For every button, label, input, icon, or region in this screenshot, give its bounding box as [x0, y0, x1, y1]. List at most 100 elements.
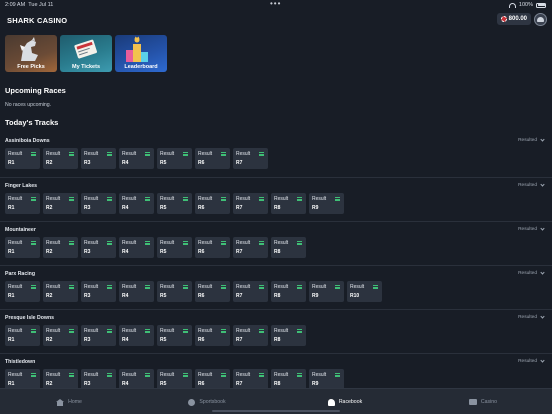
race-result-button[interactable]: Result R5: [157, 369, 192, 388]
tab-home[interactable]: Home: [0, 389, 138, 414]
race-result-button[interactable]: Result R2: [43, 369, 78, 388]
results-list-icon: [221, 285, 226, 289]
race-result-button[interactable]: Result R6: [195, 281, 230, 302]
race-result-label: Result: [236, 151, 251, 157]
race-number: R8: [274, 337, 281, 343]
balance-badge[interactable]: 800.00: [496, 13, 531, 25]
promo-free-picks[interactable]: Free Picks: [5, 35, 57, 72]
race-result-button[interactable]: Result R3: [81, 193, 116, 214]
race-result-label: Result: [8, 196, 23, 202]
race-result-button[interactable]: Result R3: [81, 281, 116, 302]
tab-label: Racebook: [338, 399, 363, 405]
race-result-button[interactable]: Result R2: [43, 325, 78, 346]
race-result-button[interactable]: Result R2: [43, 237, 78, 258]
race-result-label: Result: [312, 284, 327, 290]
race-result-label: Result: [84, 240, 99, 246]
race-result-button[interactable]: Result R5: [157, 281, 192, 302]
results-list-icon: [107, 329, 112, 333]
race-result-button[interactable]: Result R7: [233, 148, 268, 169]
race-result-button[interactable]: Result R1: [5, 148, 40, 169]
race-result-button[interactable]: Result R3: [81, 325, 116, 346]
results-list-icon: [221, 241, 226, 245]
race-number: R1: [8, 337, 15, 343]
race-result-label: Result: [274, 284, 289, 290]
race-result-button[interactable]: Result R9: [309, 193, 344, 214]
race-result-button[interactable]: Result R4: [119, 369, 154, 388]
todays-tracks-heading: Today's Tracks: [5, 118, 59, 127]
race-result-label: Result: [160, 284, 175, 290]
race-result-button[interactable]: Result R7: [233, 237, 268, 258]
race-number: R7: [236, 381, 243, 387]
race-result-label: Result: [160, 328, 175, 334]
track-status-toggle[interactable]: Resulted: [518, 270, 545, 276]
race-result-label: Result: [84, 196, 99, 202]
race-result-button[interactable]: Result R6: [195, 193, 230, 214]
promo-my-tickets[interactable]: My Tickets: [60, 35, 112, 72]
race-result-button[interactable]: Result R8: [271, 281, 306, 302]
race-result-button[interactable]: Result R6: [195, 237, 230, 258]
race-result-button[interactable]: Result R4: [119, 148, 154, 169]
race-result-button[interactable]: Result R7: [233, 193, 268, 214]
race-result-button[interactable]: Result R1: [5, 237, 40, 258]
race-result-button[interactable]: Result R6: [195, 325, 230, 346]
race-result-button[interactable]: Result R2: [43, 281, 78, 302]
race-result-button[interactable]: Result R5: [157, 148, 192, 169]
race-result-button[interactable]: Result R8: [271, 237, 306, 258]
chevron-down-icon: [540, 270, 545, 275]
race-result-button[interactable]: Result R7: [233, 369, 268, 388]
race-result-button[interactable]: Result R5: [157, 325, 192, 346]
racebook-icon: [327, 398, 335, 406]
race-number: R8: [274, 293, 281, 299]
race-result-button[interactable]: Result R2: [43, 148, 78, 169]
race-result-button[interactable]: Result R1: [5, 281, 40, 302]
race-result-label: Result: [236, 196, 251, 202]
race-result-button[interactable]: Result R6: [195, 148, 230, 169]
track-status-toggle[interactable]: Resulted: [518, 137, 545, 143]
race-number: R1: [8, 160, 15, 166]
race-result-button[interactable]: Result R6: [195, 369, 230, 388]
race-number: R2: [46, 293, 53, 299]
race-result-label: Result: [84, 372, 99, 378]
race-number: R3: [84, 160, 91, 166]
race-result-button[interactable]: Result R1: [5, 193, 40, 214]
race-result-button[interactable]: Result R9: [309, 281, 344, 302]
race-result-button[interactable]: Result R3: [81, 237, 116, 258]
track-status-toggle[interactable]: Resulted: [518, 314, 545, 320]
promo-leaderboard[interactable]: Leaderboard: [115, 35, 167, 72]
race-result-button[interactable]: Result R1: [5, 325, 40, 346]
results-list-icon: [145, 285, 150, 289]
results-list-icon: [335, 285, 340, 289]
track-status: Resulted: [518, 183, 537, 188]
race-result-button[interactable]: Result R4: [119, 281, 154, 302]
race-result-button[interactable]: Result R7: [233, 281, 268, 302]
race-result-button[interactable]: Result R5: [157, 193, 192, 214]
race-result-label: Result: [274, 328, 289, 334]
race-result-button[interactable]: Result R1: [5, 369, 40, 388]
status-bar: 2:09 AM Tue Jul 11 ••• 100%: [0, 0, 552, 11]
race-result-button[interactable]: Result R8: [271, 193, 306, 214]
track-section: Thistledown Resulted Result R1 Result R2 Resul…: [0, 353, 552, 388]
profile-avatar-button[interactable]: [534, 13, 547, 26]
race-result-button[interactable]: Result R7: [233, 325, 268, 346]
race-result-button[interactable]: Result R4: [119, 237, 154, 258]
track-status-toggle[interactable]: Resulted: [518, 226, 545, 232]
track-status-toggle[interactable]: Resulted: [518, 182, 545, 188]
race-number: R2: [46, 249, 53, 255]
race-result-button[interactable]: Result R4: [119, 193, 154, 214]
race-result-button[interactable]: Result R3: [81, 148, 116, 169]
race-result-label: Result: [236, 240, 251, 246]
race-result-button[interactable]: Result R8: [271, 325, 306, 346]
race-number: R9: [312, 205, 319, 211]
race-result-button[interactable]: Result R10: [347, 281, 382, 302]
multitasking-dots-icon[interactable]: •••: [270, 0, 281, 8]
race-result-button[interactable]: Result R3: [81, 369, 116, 388]
wifi-icon: [508, 2, 516, 8]
track-status-toggle[interactable]: Resulted: [518, 358, 545, 364]
race-result-button[interactable]: Result R2: [43, 193, 78, 214]
race-result-button[interactable]: Result R5: [157, 237, 192, 258]
race-result-button[interactable]: Result R9: [309, 369, 344, 388]
tab-casino[interactable]: Casino: [414, 389, 552, 414]
race-result-button[interactable]: Result R8: [271, 369, 306, 388]
results-list-icon: [259, 241, 264, 245]
race-result-button[interactable]: Result R4: [119, 325, 154, 346]
